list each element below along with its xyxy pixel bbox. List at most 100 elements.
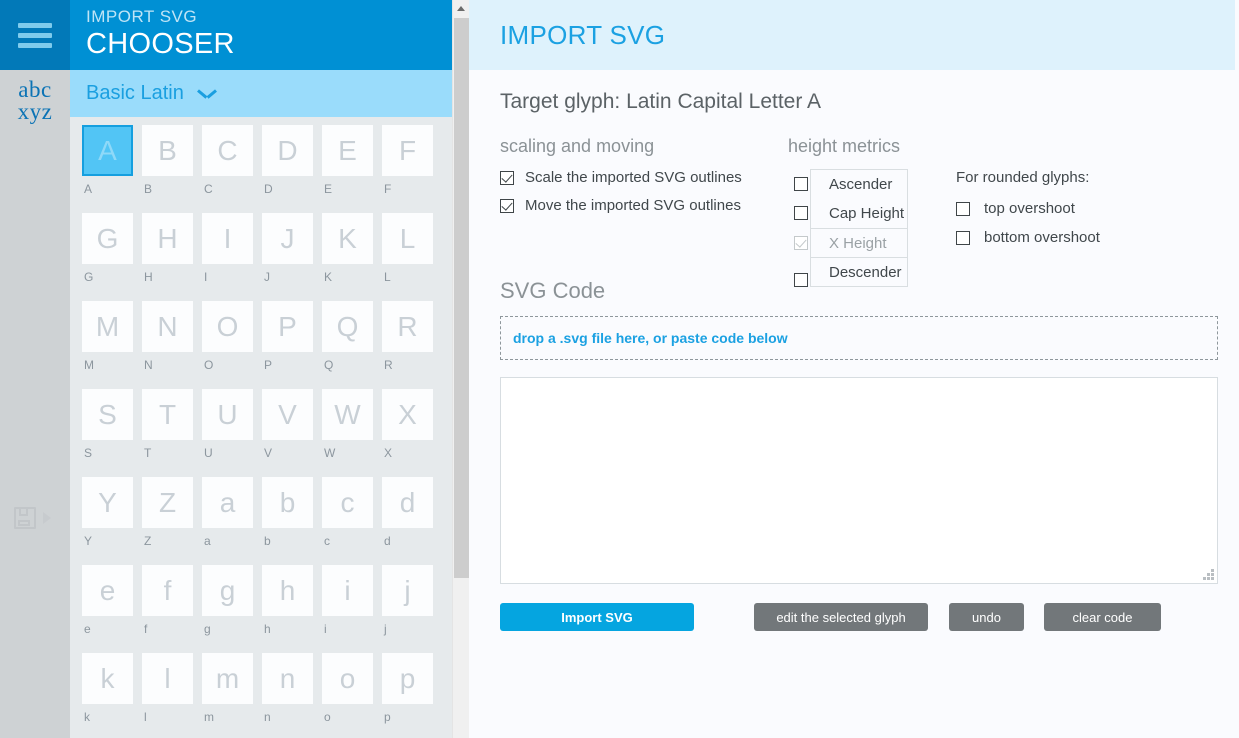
glyph-cell[interactable]: hh bbox=[262, 565, 322, 653]
glyph-cell[interactable]: OO bbox=[202, 301, 262, 389]
checkbox-ascender[interactable] bbox=[794, 177, 808, 191]
metric-row-x-height: X Height bbox=[811, 228, 907, 257]
checkbox-move-outlines-box[interactable] bbox=[500, 198, 514, 213]
glyph-cell[interactable]: VV bbox=[262, 389, 322, 477]
logo-line-2: xyz bbox=[17, 99, 53, 124]
glyph-cell[interactable]: RR bbox=[382, 301, 442, 389]
svg-dropzone[interactable]: drop a .svg file here, or paste code bel… bbox=[500, 316, 1218, 360]
glyph-cell[interactable]: SS bbox=[82, 389, 142, 477]
glyph-cell[interactable]: AA bbox=[82, 125, 142, 213]
metric-x-height-label: X Height bbox=[829, 234, 887, 252]
glyph-preview: T bbox=[142, 389, 193, 440]
glyph-cell[interactable]: BB bbox=[142, 125, 202, 213]
scaling-and-moving-section: scaling and moving Scale the imported SV… bbox=[500, 136, 788, 258]
glyph-cell[interactable]: WW bbox=[322, 389, 382, 477]
glyph-grid: AABBCCDDEEFF GGHHIIJJKKLL MMNNOOPPQQRR SSTT… bbox=[82, 125, 452, 738]
glyph-cell[interactable]: II bbox=[202, 213, 262, 301]
glyph-preview: M bbox=[82, 301, 133, 352]
undo-button[interactable]: undo bbox=[949, 603, 1024, 631]
glyph-caption: P bbox=[264, 358, 273, 372]
glyph-cell[interactable]: ZZ bbox=[142, 477, 202, 565]
glyph-cell[interactable]: aa bbox=[202, 477, 262, 565]
glyph-cell[interactable]: jj bbox=[382, 565, 442, 653]
glyph-cell[interactable]: gg bbox=[202, 565, 262, 653]
checkbox-top-overshoot-box[interactable] bbox=[956, 201, 970, 216]
glyph-caption: C bbox=[204, 182, 213, 196]
metric-row-cap-height[interactable]: Cap Height bbox=[811, 199, 907, 228]
glyph-cell[interactable]: NN bbox=[142, 301, 202, 389]
metric-row-descender[interactable]: Descender bbox=[811, 257, 907, 286]
resize-grip-icon[interactable] bbox=[1203, 569, 1214, 580]
glyph-cell[interactable]: HH bbox=[142, 213, 202, 301]
unicode-group-label: Basic Latin bbox=[86, 82, 184, 104]
glyph-cell[interactable]: FF bbox=[382, 125, 442, 213]
glyph-caption: H bbox=[144, 270, 153, 284]
glyph-cell[interactable]: PP bbox=[262, 301, 322, 389]
glyph-preview: K bbox=[322, 213, 373, 264]
glyph-cell[interactable]: MM bbox=[82, 301, 142, 389]
import-svg-button[interactable]: Import SVG bbox=[500, 603, 694, 631]
glyph-cell[interactable]: KK bbox=[322, 213, 382, 301]
checkbox-scale-outlines-box[interactable] bbox=[500, 170, 514, 185]
glyph-cell[interactable]: cc bbox=[322, 477, 382, 565]
glyph-preview: L bbox=[382, 213, 433, 264]
glyph-cell[interactable]: GG bbox=[82, 213, 142, 301]
checkbox-descender[interactable] bbox=[794, 273, 808, 287]
glyph-cell[interactable]: ff bbox=[142, 565, 202, 653]
svg-code-textarea[interactable] bbox=[500, 377, 1218, 584]
glyph-caption: Z bbox=[144, 534, 152, 548]
glyph-caption: D bbox=[264, 182, 273, 196]
glyph-caption: T bbox=[144, 446, 152, 460]
edit-selected-glyph-button[interactable]: edit the selected glyph bbox=[754, 603, 928, 631]
checkbox-move-outlines[interactable]: Move the imported SVG outlines bbox=[500, 197, 788, 214]
glyph-cell[interactable]: UU bbox=[202, 389, 262, 477]
scroll-up-button[interactable] bbox=[453, 0, 469, 17]
glyph-cell[interactable]: JJ bbox=[262, 213, 322, 301]
glyph-cell[interactable]: ll bbox=[142, 653, 202, 738]
glyph-cell[interactable]: bb bbox=[262, 477, 322, 565]
glyph-cell[interactable]: nn bbox=[262, 653, 322, 738]
glyph-preview: e bbox=[82, 565, 133, 616]
options-columns: scaling and moving Scale the imported SV… bbox=[469, 114, 1239, 287]
glyph-cell[interactable]: dd bbox=[382, 477, 442, 565]
checkbox-scale-outlines[interactable]: Scale the imported SVG outlines bbox=[500, 169, 788, 186]
checkbox-bottom-overshoot[interactable]: bottom overshoot bbox=[956, 229, 1228, 246]
glyph-preview: O bbox=[202, 301, 253, 352]
checkbox-bottom-overshoot-label: bottom overshoot bbox=[984, 229, 1100, 246]
glyph-cell[interactable]: YY bbox=[82, 477, 142, 565]
checkbox-x-height bbox=[794, 236, 808, 250]
clear-code-button[interactable]: clear code bbox=[1044, 603, 1161, 631]
glyph-preview: d bbox=[382, 477, 433, 528]
glyph-cell[interactable]: QQ bbox=[322, 301, 382, 389]
metric-row-ascender[interactable]: Ascender bbox=[811, 170, 907, 199]
glyph-cell[interactable]: pp bbox=[382, 653, 442, 738]
glyph-cell[interactable]: XX bbox=[382, 389, 442, 477]
glyph-cell[interactable]: CC bbox=[202, 125, 262, 213]
glyph-caption: g bbox=[204, 622, 211, 636]
unicode-group-selector[interactable]: Basic Latin bbox=[70, 70, 452, 117]
chooser-subtitle: IMPORT SVG bbox=[86, 7, 198, 26]
chooser-scrollbar[interactable] bbox=[452, 0, 469, 738]
checkbox-top-overshoot[interactable]: top overshoot bbox=[956, 200, 1228, 217]
glyph-cell[interactable]: TT bbox=[142, 389, 202, 477]
glyph-caption: I bbox=[204, 270, 208, 284]
checkbox-bottom-overshoot-box[interactable] bbox=[956, 230, 970, 245]
glyph-cell[interactable]: kk bbox=[82, 653, 142, 738]
save-project-button[interactable] bbox=[0, 500, 70, 536]
glyph-caption: A bbox=[84, 182, 93, 196]
play-triangle-icon[interactable] bbox=[43, 512, 51, 524]
glyph-cell[interactable]: ii bbox=[322, 565, 382, 653]
glyph-cell[interactable]: DD bbox=[262, 125, 322, 213]
glyph-cell[interactable]: ee bbox=[82, 565, 142, 653]
glyph-cell[interactable]: oo bbox=[322, 653, 382, 738]
glyph-cell[interactable]: mm bbox=[202, 653, 262, 738]
scrollbar-thumb[interactable] bbox=[454, 18, 469, 578]
glyph-preview: f bbox=[142, 565, 193, 616]
glyph-preview: J bbox=[262, 213, 313, 264]
glyph-cell[interactable]: LL bbox=[382, 213, 442, 301]
checkbox-cap-height[interactable] bbox=[794, 206, 808, 220]
glyph-caption: X bbox=[384, 446, 393, 460]
glyph-preview: B bbox=[142, 125, 193, 176]
menu-button[interactable] bbox=[0, 0, 70, 70]
glyph-cell[interactable]: EE bbox=[322, 125, 382, 213]
